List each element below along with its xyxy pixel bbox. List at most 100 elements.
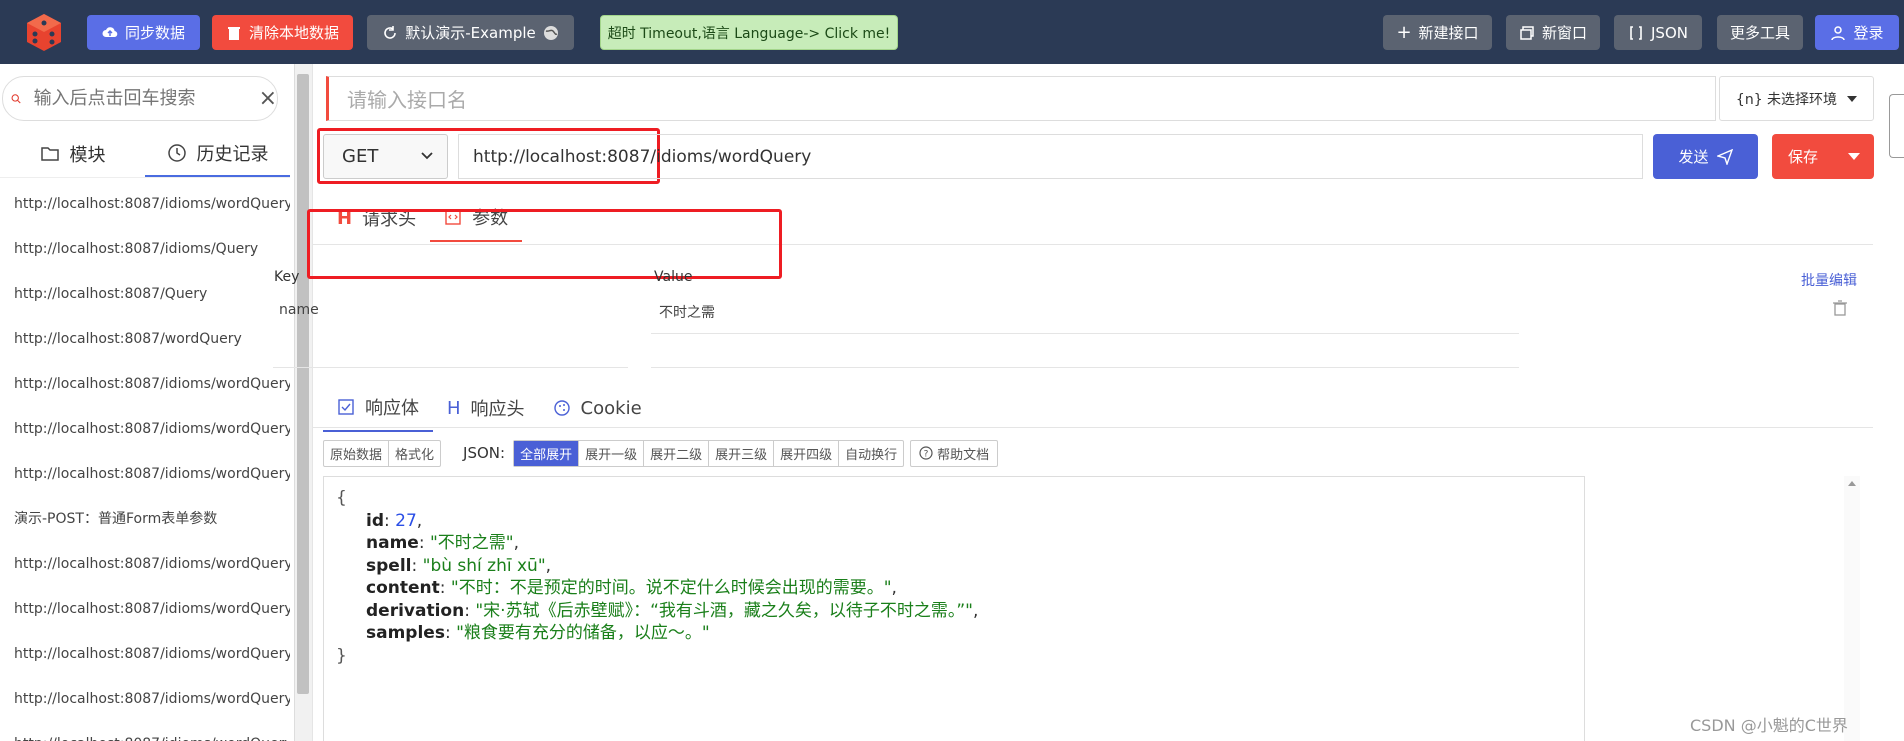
clear-search-icon[interactable]: × [259,86,277,111]
svg-text:?: ? [924,450,929,460]
new-api-button[interactable]: + 新建接口 [1383,15,1492,50]
new-api-label: 新建接口 [1418,24,1479,42]
history-item[interactable]: http://localhost:8087/idioms/wordQuery [0,182,290,227]
expand-level-2-button[interactable]: 展开二级 [644,440,710,466]
chevron-down-icon [421,152,433,160]
caret-down-icon[interactable] [1848,150,1860,162]
demo-example-label: 默认演示-Example [405,24,536,42]
json-value: 27 [395,510,417,531]
history-item[interactable]: http://localhost:8087/wordQuery [0,317,290,362]
watermark: CSDN @小魁的C世界 [1690,716,1848,735]
sync-data-label: 同步数据 [124,24,185,42]
history-item[interactable]: http://localhost:8087/idioms/wordQuery [0,722,290,741]
history-item[interactable]: http://localhost:8087/idioms/wordQuery/:… [0,362,290,407]
environment-label: {n} 未选择环境 [1735,91,1838,108]
new-window-button[interactable]: 新窗口 [1506,15,1600,50]
question-circle-icon: ? [919,446,933,460]
json-close-brace: } [336,645,347,666]
window-icon [1520,25,1534,40]
sync-data-button[interactable]: 同步数据 [87,15,200,50]
json-open-brace: { [336,488,347,508]
tab-modules[interactable]: 模块 [0,130,145,177]
json-value: "bù shí zhī xū" [422,555,546,576]
expand-all-button[interactable]: 全部展开 [514,440,580,466]
json-field: id: 27, [366,510,423,531]
history-item[interactable]: http://localhost:8087/idioms/wordQuery/:… [0,542,290,587]
expand-level-4-button[interactable]: 展开四级 [774,440,840,466]
history-item[interactable]: http://localhost:8087/idioms/Query [0,227,290,272]
json-scrollbar[interactable] [1844,476,1860,741]
scroll-up-arrow-icon[interactable] [1848,480,1856,488]
history-item[interactable]: http://localhost:8087/idioms/wordQuery?n [0,452,290,497]
format-button[interactable]: 格式化 [389,441,440,466]
history-item[interactable]: http://localhost:8087/idioms/wordQuery/:… [0,587,290,632]
method-select[interactable]: GET [323,134,448,179]
search-box: × [2,76,278,121]
response-tabs: 响应体 H 响应头 Cookie [323,384,656,432]
history-item[interactable]: http://localhost:8087/idioms/wordQuery?n [0,677,290,722]
tab-response-body-label: 响应体 [365,398,419,419]
sidebar-scrollbar-thumb[interactable] [297,74,309,694]
main-panel: 请输入接口名 {n} 未选择环境 GET http://localhost:80… [273,64,1904,741]
paper-plane-icon [1716,148,1733,165]
expand-level-3-button[interactable]: 展开三级 [709,440,775,466]
view-mode-group: 原始数据 格式化 [323,439,442,467]
send-button[interactable]: 发送 [1653,134,1758,179]
tab-response-headers[interactable]: H 响应头 [433,384,539,432]
expand-level-1-button[interactable]: 展开一级 [579,440,645,466]
raw-data-button[interactable]: 原始数据 [324,440,390,466]
delete-row-icon[interactable] [1833,300,1847,316]
param-row-line [651,333,1519,334]
tab-history[interactable]: 历史记录 [145,130,290,177]
tab-modules-label: 模块 [69,144,106,166]
json-field: content: "不时：不是预定的时间。说不定什么时候会出现的需要。", [366,578,897,598]
save-button[interactable]: 保存 [1772,134,1874,179]
json-label: JSON [1651,23,1688,42]
help-docs-label: 帮助文档 [937,447,990,463]
word-wrap-button[interactable]: 自动换行 [839,441,903,466]
param-empty-key-line[interactable] [273,367,628,368]
timeout-language-hint-label: 超时 Timeout,语言 Language-> Click me! [607,25,891,42]
param-empty-value-line[interactable] [651,367,1519,368]
json-key: samples [366,623,445,643]
api-name-input[interactable]: 请输入接口名 [326,76,1716,121]
history-item[interactable]: http://localhost:8087/idioms/wordQuery/:… [0,407,290,452]
login-label: 登录 [1853,24,1884,42]
json-value: "不时之需" [429,533,514,553]
history-item[interactable]: 演示-POST：普通Form表单参数 [0,497,290,542]
tab-history-label: 历史记录 [196,143,269,165]
demo-example-button[interactable]: 默认演示-Example [367,15,574,50]
refresh-icon [384,25,397,39]
response-toolbar: 原始数据 格式化 JSON: 全部展开 展开一级 展开二级 展开三级 展开四级 … [323,439,999,467]
checkbox-icon [338,399,354,415]
param-value-cell[interactable]: 不时之需 [659,302,715,322]
clear-local-data-button[interactable]: 清除本地数据 [212,15,353,50]
url-input[interactable]: http://localhost:8087/idioms/wordQuery [458,134,1643,179]
json-field: name: "不时之需", [366,533,520,553]
json-value: "宋·苏轼《后赤壁赋》：“我有斗酒，藏之久矣，以待子不时之需。”" [475,600,973,621]
right-edge-handle[interactable] [1889,94,1904,158]
login-button[interactable]: 登录 [1815,15,1899,50]
search-input[interactable] [33,88,259,109]
json-button[interactable]: JSON [1614,15,1702,50]
json-field: spell: "bù shí zhī xū", [366,555,552,576]
history-item[interactable]: http://localhost:8087/idioms/wordQuery/:… [0,632,290,677]
dice-logo-icon [27,14,61,51]
tab-cookie[interactable]: Cookie [539,384,656,432]
param-key-header: Key [274,269,300,285]
batch-edit-link[interactable]: 批量编辑 [1801,270,1857,290]
environment-select[interactable]: {n} 未选择环境 [1719,76,1874,121]
trash-icon [227,26,240,40]
response-json-viewer[interactable]: { id: 27, name: "不时之需", spell: "bù shí z… [323,476,1585,741]
clear-local-data-label: 清除本地数据 [248,24,339,42]
timeout-language-hint-button[interactable]: 超时 Timeout,语言 Language-> Click me! [600,15,898,50]
help-docs-button[interactable]: ? 帮助文档 [910,439,999,467]
tab-response-body[interactable]: 响应体 [323,384,433,432]
history-item[interactable]: http://localhost:8087/Query [0,272,290,317]
more-tools-label: 更多工具 [1729,24,1790,42]
json-value: "不时：不是预定的时间。说不定什么时候会出现的需要。" [450,578,892,598]
plus-icon: + [1396,22,1412,43]
more-tools-button[interactable]: 更多工具 [1717,15,1803,50]
globe-icon [543,25,558,40]
param-key-cell[interactable]: name [279,302,319,318]
